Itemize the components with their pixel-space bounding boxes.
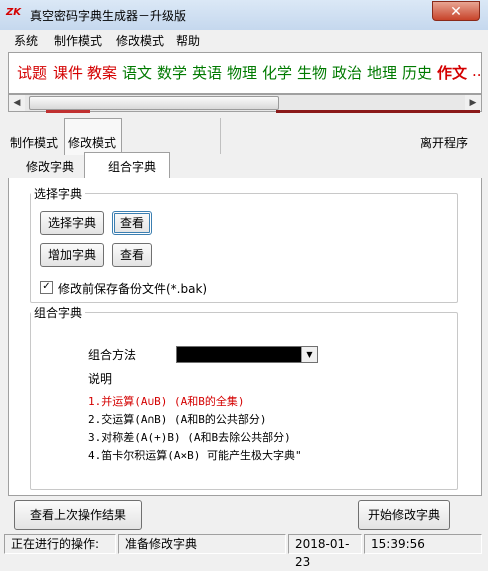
view-button-2[interactable]: 查看 [112, 243, 152, 267]
subject-link[interactable]: 课件 [53, 62, 83, 83]
scroll-right-icon[interactable]: ▶ [465, 95, 481, 111]
subject-link[interactable]: 政治 [332, 62, 362, 83]
banner-accent-strip [46, 110, 90, 113]
app-icon: ZK [6, 7, 21, 18]
menu-make-mode[interactable]: 制作模式 [54, 32, 102, 49]
desc-title: 说明 [88, 372, 113, 386]
status-label: 正在进行的操作: [4, 534, 116, 554]
status-operation: 准备修改字典 [118, 534, 286, 554]
subject-link[interactable]: 教案 [87, 62, 117, 83]
combine-dict-legend: 组合字典 [34, 306, 83, 320]
desc-item: 4.笛卡尔积运算(A×B) 可能产生极大字典" [88, 449, 302, 462]
view-last-result-button[interactable]: 查看上次操作结果 [14, 500, 142, 530]
select-dict-legend: 选择字典 [34, 187, 83, 201]
subject-link[interactable]: 化学 [262, 62, 292, 83]
select-dict-button[interactable]: 选择字典 [40, 211, 104, 235]
menu-help[interactable]: 帮助 [176, 32, 200, 49]
method-label: 组合方法 [88, 348, 137, 362]
tab-combine-dict[interactable]: 组合字典 [108, 158, 156, 175]
start-modify-button[interactable]: 开始修改字典 [358, 500, 450, 530]
exit-program-button[interactable]: 离开程序 [420, 134, 468, 151]
subject-link[interactable]: 试题 [17, 62, 47, 83]
menu-bar: 系统 制作模式 修改模式 帮助 [0, 30, 488, 50]
subject-link[interactable]: 语文 [122, 62, 152, 83]
window-title: 真空密码字典生成器－升级版 [30, 9, 187, 23]
desc-item: 3.对称差(A(+)B) (A和B去除公共部分) [88, 431, 291, 444]
subject-link[interactable]: ... [472, 62, 481, 80]
subject-link[interactable]: 生物 [297, 62, 327, 83]
chevron-down-icon[interactable]: ▼ [301, 347, 317, 362]
view-button-1[interactable]: 查看 [112, 211, 152, 235]
subject-link[interactable]: 作文 [437, 62, 467, 83]
status-bar: 正在进行的操作: 准备修改字典 2018-01-23 15:39:56 [0, 532, 488, 569]
add-dict-button[interactable]: 增加字典 [40, 243, 104, 267]
subject-link[interactable]: 物理 [227, 62, 257, 83]
scroll-thumb[interactable] [29, 96, 279, 110]
scroll-left-icon[interactable]: ◀ [9, 95, 25, 111]
status-date: 2018-01-23 [288, 534, 362, 569]
backup-label: 修改前保存备份文件(*.bak) [58, 282, 208, 296]
subject-link[interactable]: 历史 [402, 62, 432, 83]
make-mode-button[interactable]: 制作模式 [10, 134, 58, 151]
subject-link[interactable]: 英语 [192, 62, 222, 83]
method-select[interactable]: ▼ [176, 346, 318, 363]
banner-image-strip [276, 110, 480, 113]
subject-link[interactable]: 地理 [367, 62, 397, 83]
tab-strip: 修改字典 组合字典 [8, 152, 482, 179]
menu-system[interactable]: 系统 [14, 32, 38, 49]
desc-item: 1.并运算(A∪B) (A和B的全集) [88, 395, 245, 408]
tab-modify-dict[interactable]: 修改字典 [26, 158, 74, 175]
mode-bar: 制作模式 修改模式 离开程序 [8, 114, 482, 155]
backup-checkbox[interactable]: ✓ [40, 281, 53, 294]
close-button[interactable]: ✕ [432, 1, 480, 21]
menu-modify-mode[interactable]: 修改模式 [116, 32, 164, 49]
subject-links-banner: 试题 课件 教案 语文 数学 英语 物理 化学 生物 政治 地理 历史 作文 .… [8, 52, 482, 94]
divider [220, 118, 221, 154]
modify-mode-button[interactable]: 修改模式 [68, 134, 116, 151]
subject-link[interactable]: 数学 [157, 62, 187, 83]
title-bar: ZK 真空密码字典生成器－升级版 ✕ [0, 0, 488, 31]
desc-item: 2.交运算(A∩B) (A和B的公共部分) [88, 413, 267, 426]
status-time: 15:39:56 [364, 534, 482, 554]
